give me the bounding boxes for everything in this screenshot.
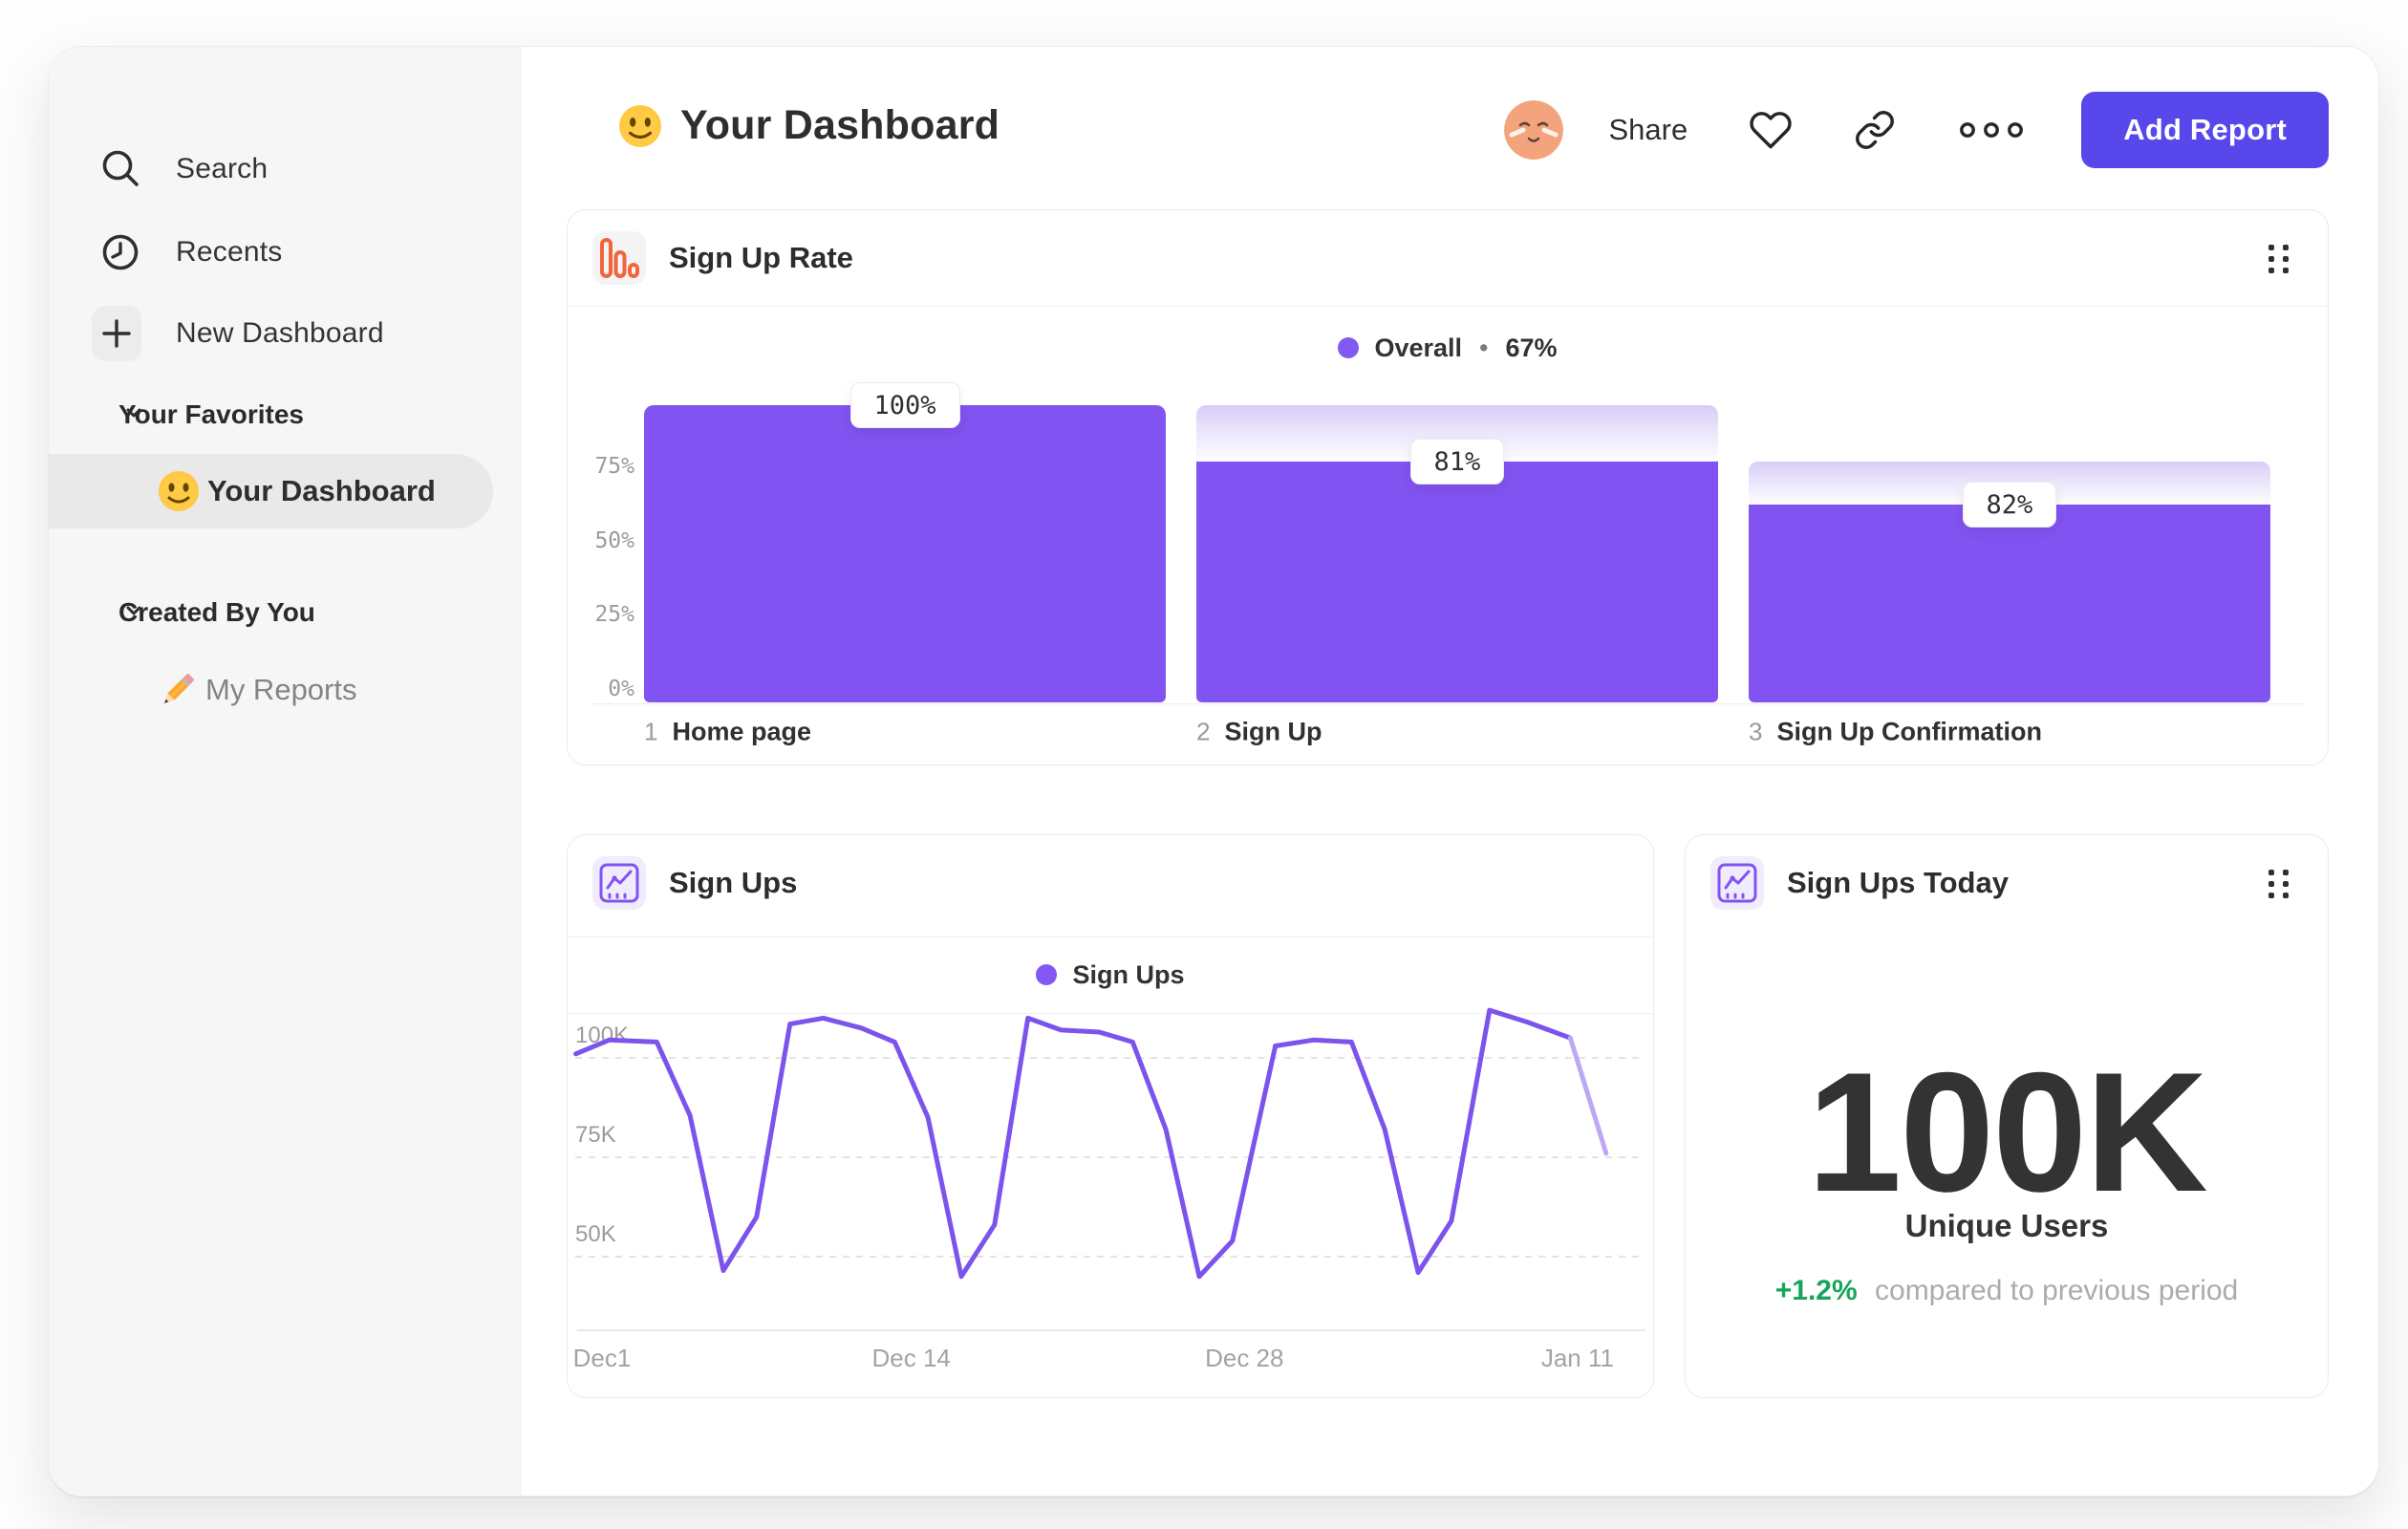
- funnel-step-label: 3 Sign Up Confirmation: [1749, 718, 2042, 747]
- sidebar-item-label: Recents: [176, 236, 283, 268]
- delta-caption: compared to previous period: [1875, 1275, 2239, 1306]
- funnel-y-tick: 75%: [594, 453, 634, 479]
- sidebar-item-label: New Dashboard: [176, 317, 384, 349]
- step-number: 3: [1749, 717, 1763, 746]
- funnel-value-label: 82%: [1962, 482, 2057, 528]
- sidebar-item-label: Your Dashboard: [207, 474, 436, 507]
- sign-up-rate-card: Sign Up Rate Overall • 67% 75% 50% 25% 0% 10…: [567, 209, 2329, 765]
- sidebar-section-your-favorites[interactable]: Your Favorites: [49, 390, 522, 440]
- sidebar-section-created-by-you[interactable]: Created By You: [49, 588, 522, 637]
- funnel-step-label: 1 Home page: [644, 718, 811, 747]
- sidebar-item-label: My Reports: [205, 673, 357, 706]
- copy-link-icon[interactable]: [1854, 109, 1896, 151]
- sidebar: Search Recents New Dashboard Your Favori…: [49, 47, 522, 1496]
- line-y-tick: 50K: [575, 1221, 616, 1247]
- sidebar-item-your-dashboard[interactable]: Your Dashboard: [49, 454, 493, 528]
- smiley-emoji: [157, 469, 201, 513]
- add-report-button[interactable]: Add Report: [2081, 92, 2329, 168]
- sign-ups-card: Sign Ups Sign Ups 100K 75K 50K Dec1 Dec 14 De…: [567, 834, 1654, 1398]
- line-chart-icon: [1710, 856, 1764, 910]
- metric-subtitle: Unique Users: [1904, 1208, 2109, 1243]
- step-name: Home page: [672, 717, 812, 746]
- line-x-tick: Jan 11: [1541, 1344, 1614, 1372]
- metric-delta-row: +1.2% compared to previous period: [1686, 1275, 2328, 1307]
- funnel-y-tick: 0%: [608, 677, 634, 701]
- funnel-baseline: [591, 703, 2305, 704]
- line-y-tick: 75K: [575, 1122, 616, 1148]
- delta-value: +1.2%: [1774, 1275, 1858, 1306]
- funnel-value-label: 100%: [849, 382, 960, 428]
- dashboard-header: Your Dashboard Share Add Report: [522, 47, 2380, 228]
- share-button[interactable]: Share: [1609, 113, 1688, 147]
- funnel-bar: [1196, 462, 1718, 702]
- step-number: 2: [1196, 717, 1211, 746]
- funnel-step-label: 2 Sign Up: [1196, 718, 1322, 747]
- funnel-value-label: 81%: [1409, 439, 1505, 485]
- funnel-bar: [1749, 505, 2270, 702]
- pencil-emoji: [157, 669, 199, 711]
- sidebar-item-my-reports[interactable]: My Reports: [49, 657, 493, 723]
- sidebar-section-label: Created By You: [118, 597, 315, 627]
- step-name: Sign Up Confirmation: [1776, 717, 2042, 746]
- signups-line-series: [573, 1007, 1573, 1280]
- metric-value: 100K: [1807, 1037, 2208, 1227]
- sign-ups-today-card: Sign Ups Today 100K Unique Users +1.2% c…: [1685, 834, 2329, 1398]
- clock-icon: [96, 227, 145, 277]
- avatar[interactable]: [1503, 100, 1563, 160]
- page-title: Your Dashboard: [617, 102, 1000, 149]
- sidebar-item-search[interactable]: Search: [49, 139, 522, 200]
- funnel-y-tick: 25%: [594, 602, 634, 628]
- drag-handle-icon[interactable]: [2268, 870, 2290, 898]
- sidebar-item-recents[interactable]: Recents: [49, 222, 522, 283]
- sidebar-section-label: Your Favorites: [118, 399, 304, 429]
- card-title: Sign Ups Today: [1787, 866, 2009, 899]
- line-x-tick: Dec 28: [1205, 1344, 1283, 1372]
- step-name: Sign Up: [1224, 717, 1322, 746]
- line-x-tick: Dec 14: [872, 1344, 951, 1372]
- signups-line-incomplete-segment: [1567, 1035, 1609, 1156]
- favorite-heart-icon[interactable]: [1749, 110, 1793, 150]
- line-chart: 100K75K50KDec1 Dec 14 Dec 28 Jan 11: [573, 1007, 1645, 1372]
- sidebar-item-new-dashboard[interactable]: New Dashboard: [49, 303, 522, 364]
- search-icon: [96, 144, 145, 194]
- app-window: Search Recents New Dashboard Your Favori…: [48, 46, 2379, 1497]
- line-x-tick: Dec1: [573, 1344, 632, 1372]
- page-title-text: Your Dashboard: [680, 102, 1000, 148]
- sidebar-item-label: Search: [176, 153, 269, 184]
- plus-icon: [92, 306, 141, 361]
- more-options-icon[interactable]: [1957, 119, 2026, 140]
- funnel-y-tick: 50%: [594, 528, 634, 553]
- step-number: 1: [644, 717, 658, 746]
- sign-ups-today-card-header: Sign Ups Today: [1686, 835, 2328, 931]
- funnel-plot: 75% 50% 25% 0% 100% 1 Home page 81% 2 Sign Up 82% 3…: [568, 210, 2328, 764]
- smiley-emoji: [617, 103, 663, 149]
- funnel-bar: [644, 405, 1166, 702]
